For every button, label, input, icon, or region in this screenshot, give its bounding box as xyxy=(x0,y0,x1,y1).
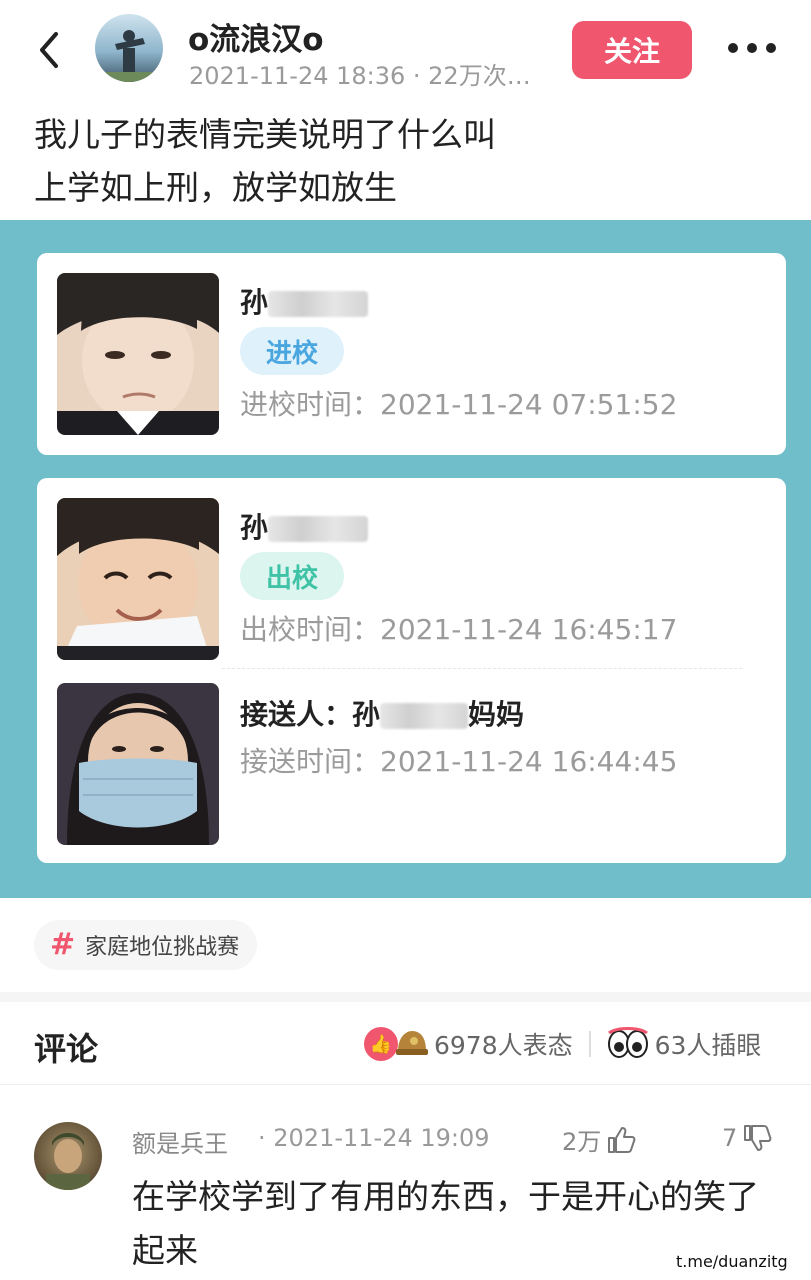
exit-card: 孙 出校 出校时间：2021-11-24 16:45:17 接送人：孙 妈妈 接送… xyxy=(37,478,786,863)
student-name: 孙 xyxy=(240,281,369,321)
student-photo-exit xyxy=(57,498,219,660)
comment-time: · 2021-11-24 19:09 xyxy=(258,1124,490,1152)
entry-time: 进校时间：2021-11-24 07:51:52 xyxy=(240,388,678,421)
more-options-icon[interactable] xyxy=(728,36,776,60)
status-badge-exit: 出校 xyxy=(240,552,344,600)
thumbs-up-reaction-icon: 👍 xyxy=(364,1027,398,1061)
sticker-count: 63人插眼 xyxy=(654,1031,762,1060)
commenter-avatar[interactable] xyxy=(34,1122,102,1190)
post-line-2: 上学如上刑，放学如放生 xyxy=(34,168,397,207)
like-button[interactable]: 2万 xyxy=(562,1122,637,1157)
back-arrow-icon[interactable] xyxy=(34,30,66,70)
pickup-time: 接送时间：2021-11-24 16:44:45 xyxy=(240,745,678,778)
student-photo-entry xyxy=(57,273,219,435)
post-line-1: 我儿子的表情完美说明了什么叫 xyxy=(34,115,496,154)
section-divider xyxy=(0,992,811,1002)
header-divider xyxy=(0,1084,811,1085)
reaction-count: 6978人表态 xyxy=(434,1031,573,1060)
eyes-sticker-icon xyxy=(607,1027,648,1058)
reaction-summary[interactable]: 👍 6978人表态 63人插眼 xyxy=(364,1024,761,1064)
reaction-separator xyxy=(588,1031,591,1057)
dislike-count: 7 xyxy=(722,1124,738,1152)
like-count: 2万 xyxy=(562,1128,602,1156)
commenter-name[interactable]: 额是兵王 xyxy=(132,1124,228,1159)
entry-card: 孙 进校 进校时间：2021-11-24 07:51:52 xyxy=(37,253,786,455)
hashtag-label: 家庭地位挑战赛 xyxy=(85,935,240,960)
thumbs-down-icon xyxy=(744,1125,772,1151)
post-header: o流浪汉o 2021-11-24 18:36 · 22万次… 关注 xyxy=(0,0,811,100)
guardian-name: 接送人：孙 妈妈 xyxy=(240,698,525,731)
dislike-button[interactable]: 7 xyxy=(722,1122,773,1154)
guardian-photo xyxy=(57,683,219,845)
student-name: 孙 xyxy=(240,506,369,546)
card-divider xyxy=(222,668,742,669)
hashtag-icon: # xyxy=(50,927,76,962)
hashtag-chip[interactable]: # 家庭地位挑战赛 xyxy=(34,920,258,970)
status-badge-entry: 进校 xyxy=(240,327,344,375)
author-name[interactable]: o流浪汉o xyxy=(188,14,324,59)
post-meta: 2021-11-24 18:36 · 22万次… xyxy=(189,62,531,90)
post-body: 我儿子的表情完美说明了什么叫 上学如上刑，放学如放生 xyxy=(34,108,794,214)
watermark: t.me/duanzitg xyxy=(670,1250,794,1273)
exit-time: 出校时间：2021-11-24 16:45:17 xyxy=(240,613,678,646)
follow-button[interactable]: 关注 xyxy=(572,21,692,79)
post-image[interactable]: 孙 进校 进校时间：2021-11-24 07:51:52 孙 出校 出校时间：… xyxy=(0,220,811,898)
helmet-reaction-icon xyxy=(396,1031,428,1055)
author-avatar[interactable] xyxy=(95,14,163,82)
thumbs-up-icon xyxy=(608,1126,636,1153)
comments-title: 评论 xyxy=(34,1030,99,1068)
